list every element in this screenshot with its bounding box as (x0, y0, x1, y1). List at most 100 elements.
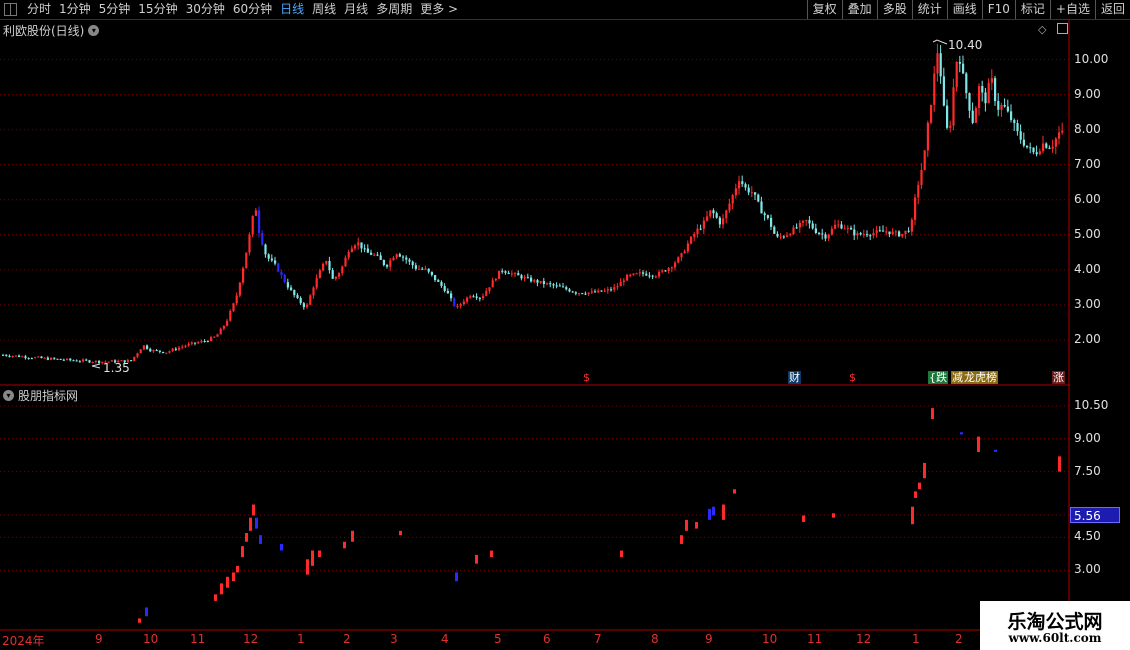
candle (917, 184, 920, 198)
y-tick-label: 10.00 (1074, 51, 1109, 66)
candle (130, 360, 133, 362)
candle (1013, 120, 1016, 124)
candle (651, 275, 654, 277)
candle (418, 268, 421, 270)
event-badge[interactable]: 龙虎榜 (963, 371, 998, 384)
candle (88, 360, 91, 363)
candle (270, 258, 273, 261)
y-tick-label: 4.50 (1074, 529, 1101, 544)
indicator-bar (399, 530, 402, 536)
candle (610, 289, 613, 291)
candle (197, 342, 200, 344)
candle (46, 357, 49, 360)
candle (222, 325, 225, 329)
candle (1058, 132, 1061, 139)
y-tick-label: 7.00 (1074, 156, 1101, 171)
candle (30, 358, 33, 360)
event-badge[interactable]: {跌 (928, 371, 948, 384)
candle (258, 210, 261, 234)
time-axis-label: 2024年 (2, 634, 45, 648)
candle (856, 233, 859, 236)
candle (718, 217, 721, 225)
candle (648, 275, 651, 277)
candle (75, 360, 78, 362)
candle (840, 224, 843, 229)
event-badge[interactable]: $ (848, 371, 857, 384)
candle (1048, 147, 1051, 149)
candle (94, 360, 97, 363)
candle (430, 271, 433, 276)
candle (846, 227, 849, 229)
event-badge[interactable]: $ (582, 371, 591, 384)
candle (939, 53, 942, 77)
candle (878, 230, 881, 232)
candle (43, 357, 46, 359)
candle (936, 53, 939, 74)
y-tick-label: 5.00 (1074, 226, 1101, 241)
candle (680, 253, 683, 258)
candle (952, 87, 955, 126)
candle (389, 260, 392, 267)
candle (194, 342, 197, 344)
indicator-bar (1058, 456, 1061, 472)
indicator-bar (245, 533, 248, 542)
event-badge[interactable]: 财 (788, 371, 801, 384)
candle (763, 213, 766, 216)
candle (395, 254, 398, 258)
candle (27, 358, 30, 360)
candle (837, 224, 840, 226)
candle (283, 274, 286, 283)
kline-chart[interactable] (0, 0, 1130, 650)
watermark-url: www.60lt.com (1008, 631, 1102, 645)
main-grid (0, 59, 1069, 341)
indicator-bar (685, 519, 688, 531)
candle (578, 293, 581, 295)
indicator-bar (343, 541, 346, 549)
time-axis-label: 4 (441, 632, 449, 646)
current-price-marker: 5.56 (1070, 507, 1120, 523)
candle (539, 281, 542, 283)
candle (402, 256, 405, 258)
event-badge[interactable]: 涨 (1052, 371, 1065, 384)
indicator-bar (708, 508, 711, 520)
candle (34, 357, 37, 359)
time-axis-label: 6 (543, 632, 551, 646)
candle (5, 354, 8, 356)
time-axis-label: 5 (494, 632, 502, 646)
candle (859, 233, 862, 235)
candle (312, 287, 315, 296)
candle (306, 304, 309, 308)
candle (1016, 123, 1019, 132)
candle (683, 251, 686, 254)
candle (770, 217, 773, 227)
candle (533, 280, 536, 282)
candle (299, 297, 302, 304)
candle (142, 345, 145, 350)
indicator-bar (311, 550, 314, 566)
candle (219, 328, 222, 335)
candle (638, 272, 641, 274)
candle (386, 265, 389, 267)
candle (424, 268, 427, 270)
candle (728, 203, 731, 211)
candle (40, 356, 43, 359)
indicator-bar (249, 517, 252, 531)
candle (968, 93, 971, 111)
y-tick-label: 3.00 (1074, 296, 1101, 311)
candle (181, 346, 184, 348)
candle (277, 263, 280, 272)
candle (654, 276, 657, 278)
candle (894, 231, 897, 233)
candle (91, 362, 94, 364)
candle (536, 280, 539, 283)
candle (482, 295, 485, 299)
candle (405, 257, 408, 260)
candle (354, 245, 357, 249)
candle (162, 351, 165, 354)
candle (750, 192, 753, 194)
candle (811, 223, 814, 229)
candle (798, 222, 801, 228)
candle (216, 334, 219, 337)
candle (667, 268, 670, 272)
candle (920, 170, 923, 185)
